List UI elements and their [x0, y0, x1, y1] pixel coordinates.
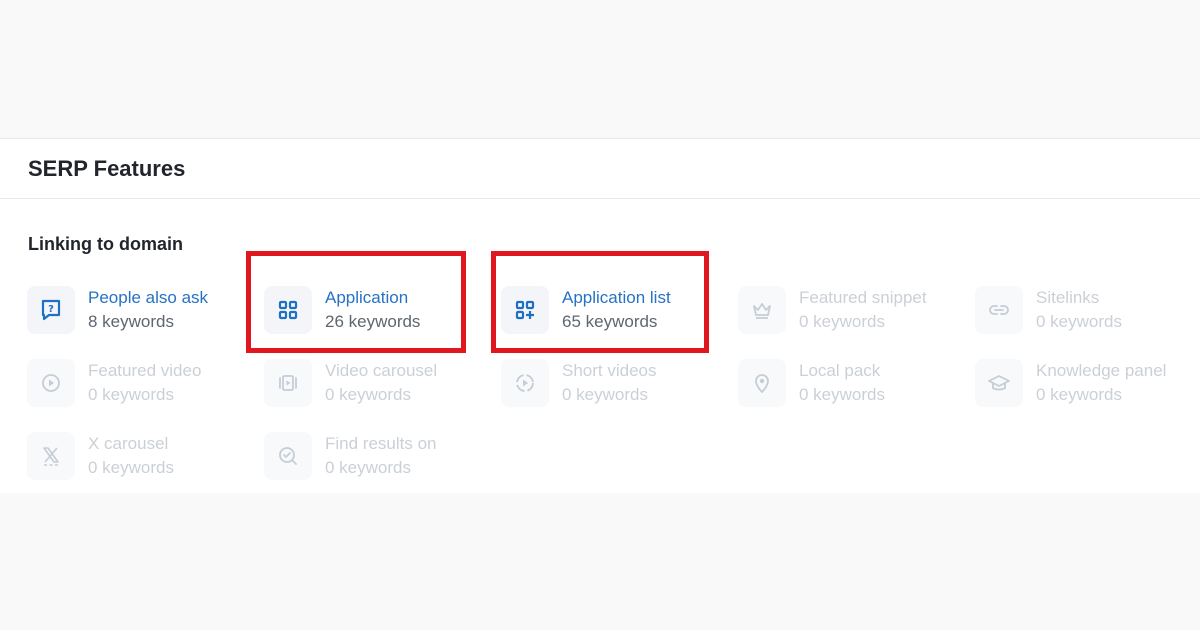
svg-text:?: ?	[48, 304, 54, 315]
search-check-icon	[264, 432, 312, 480]
feature-name: Short videos	[562, 361, 657, 380]
crown-icon	[738, 286, 786, 334]
feature-name: Find results on	[325, 434, 437, 453]
section-title: Linking to domain	[28, 234, 183, 254]
feature-featured-snippet: Featured snippet 0 keywords	[738, 286, 968, 346]
link-icon	[975, 286, 1023, 334]
graduation-cap-icon	[975, 359, 1023, 407]
highlight-application-list	[491, 251, 709, 353]
map-pin-icon	[738, 359, 786, 407]
feature-name: Knowledge panel	[1036, 361, 1167, 380]
feature-name: Sitelinks	[1036, 288, 1100, 307]
feature-count: 0 keywords	[88, 458, 174, 477]
feature-people-also-ask[interactable]: ? People also ask 8 keywords	[27, 286, 257, 346]
feature-name: X carousel	[88, 434, 169, 453]
feature-count: 0 keywords	[325, 458, 411, 477]
feature-count: 0 keywords	[1036, 312, 1122, 331]
feature-name: Local pack	[799, 361, 881, 380]
feature-count: 8 keywords	[88, 312, 174, 331]
feature-find-results-on: Find results on 0 keywords	[264, 432, 494, 492]
video-carousel-icon	[264, 359, 312, 407]
panel-title: SERP Features	[28, 155, 186, 181]
feature-count: 0 keywords	[325, 385, 411, 404]
feature-count: 0 keywords	[562, 385, 648, 404]
feature-featured-video: Featured video 0 keywords	[27, 359, 257, 419]
feature-knowledge-panel: Knowledge panel 0 keywords	[975, 359, 1200, 419]
feature-count: 0 keywords	[1036, 385, 1122, 404]
feature-name: Featured video	[88, 361, 202, 380]
feature-name: Video carousel	[325, 361, 438, 380]
feature-sitelinks: Sitelinks 0 keywords	[975, 286, 1200, 346]
feature-count: 0 keywords	[799, 385, 885, 404]
feature-short-videos: Short videos 0 keywords	[501, 359, 731, 419]
feature-local-pack: Local pack 0 keywords	[738, 359, 968, 419]
question-bubble-icon: ?	[27, 286, 75, 334]
feature-count: 0 keywords	[799, 312, 885, 331]
short-video-icon	[501, 359, 549, 407]
feature-x-carousel: X carousel 0 keywords	[27, 432, 257, 492]
feature-name[interactable]: People also ask	[88, 286, 208, 310]
feature-count: 0 keywords	[88, 385, 174, 404]
feature-name: Featured snippet	[799, 288, 927, 307]
feature-video-carousel: Video carousel 0 keywords	[264, 359, 494, 419]
play-circle-icon	[27, 359, 75, 407]
x-logo-icon	[27, 432, 75, 480]
panel-header: SERP Features	[0, 139, 1200, 199]
highlight-application	[246, 251, 466, 353]
